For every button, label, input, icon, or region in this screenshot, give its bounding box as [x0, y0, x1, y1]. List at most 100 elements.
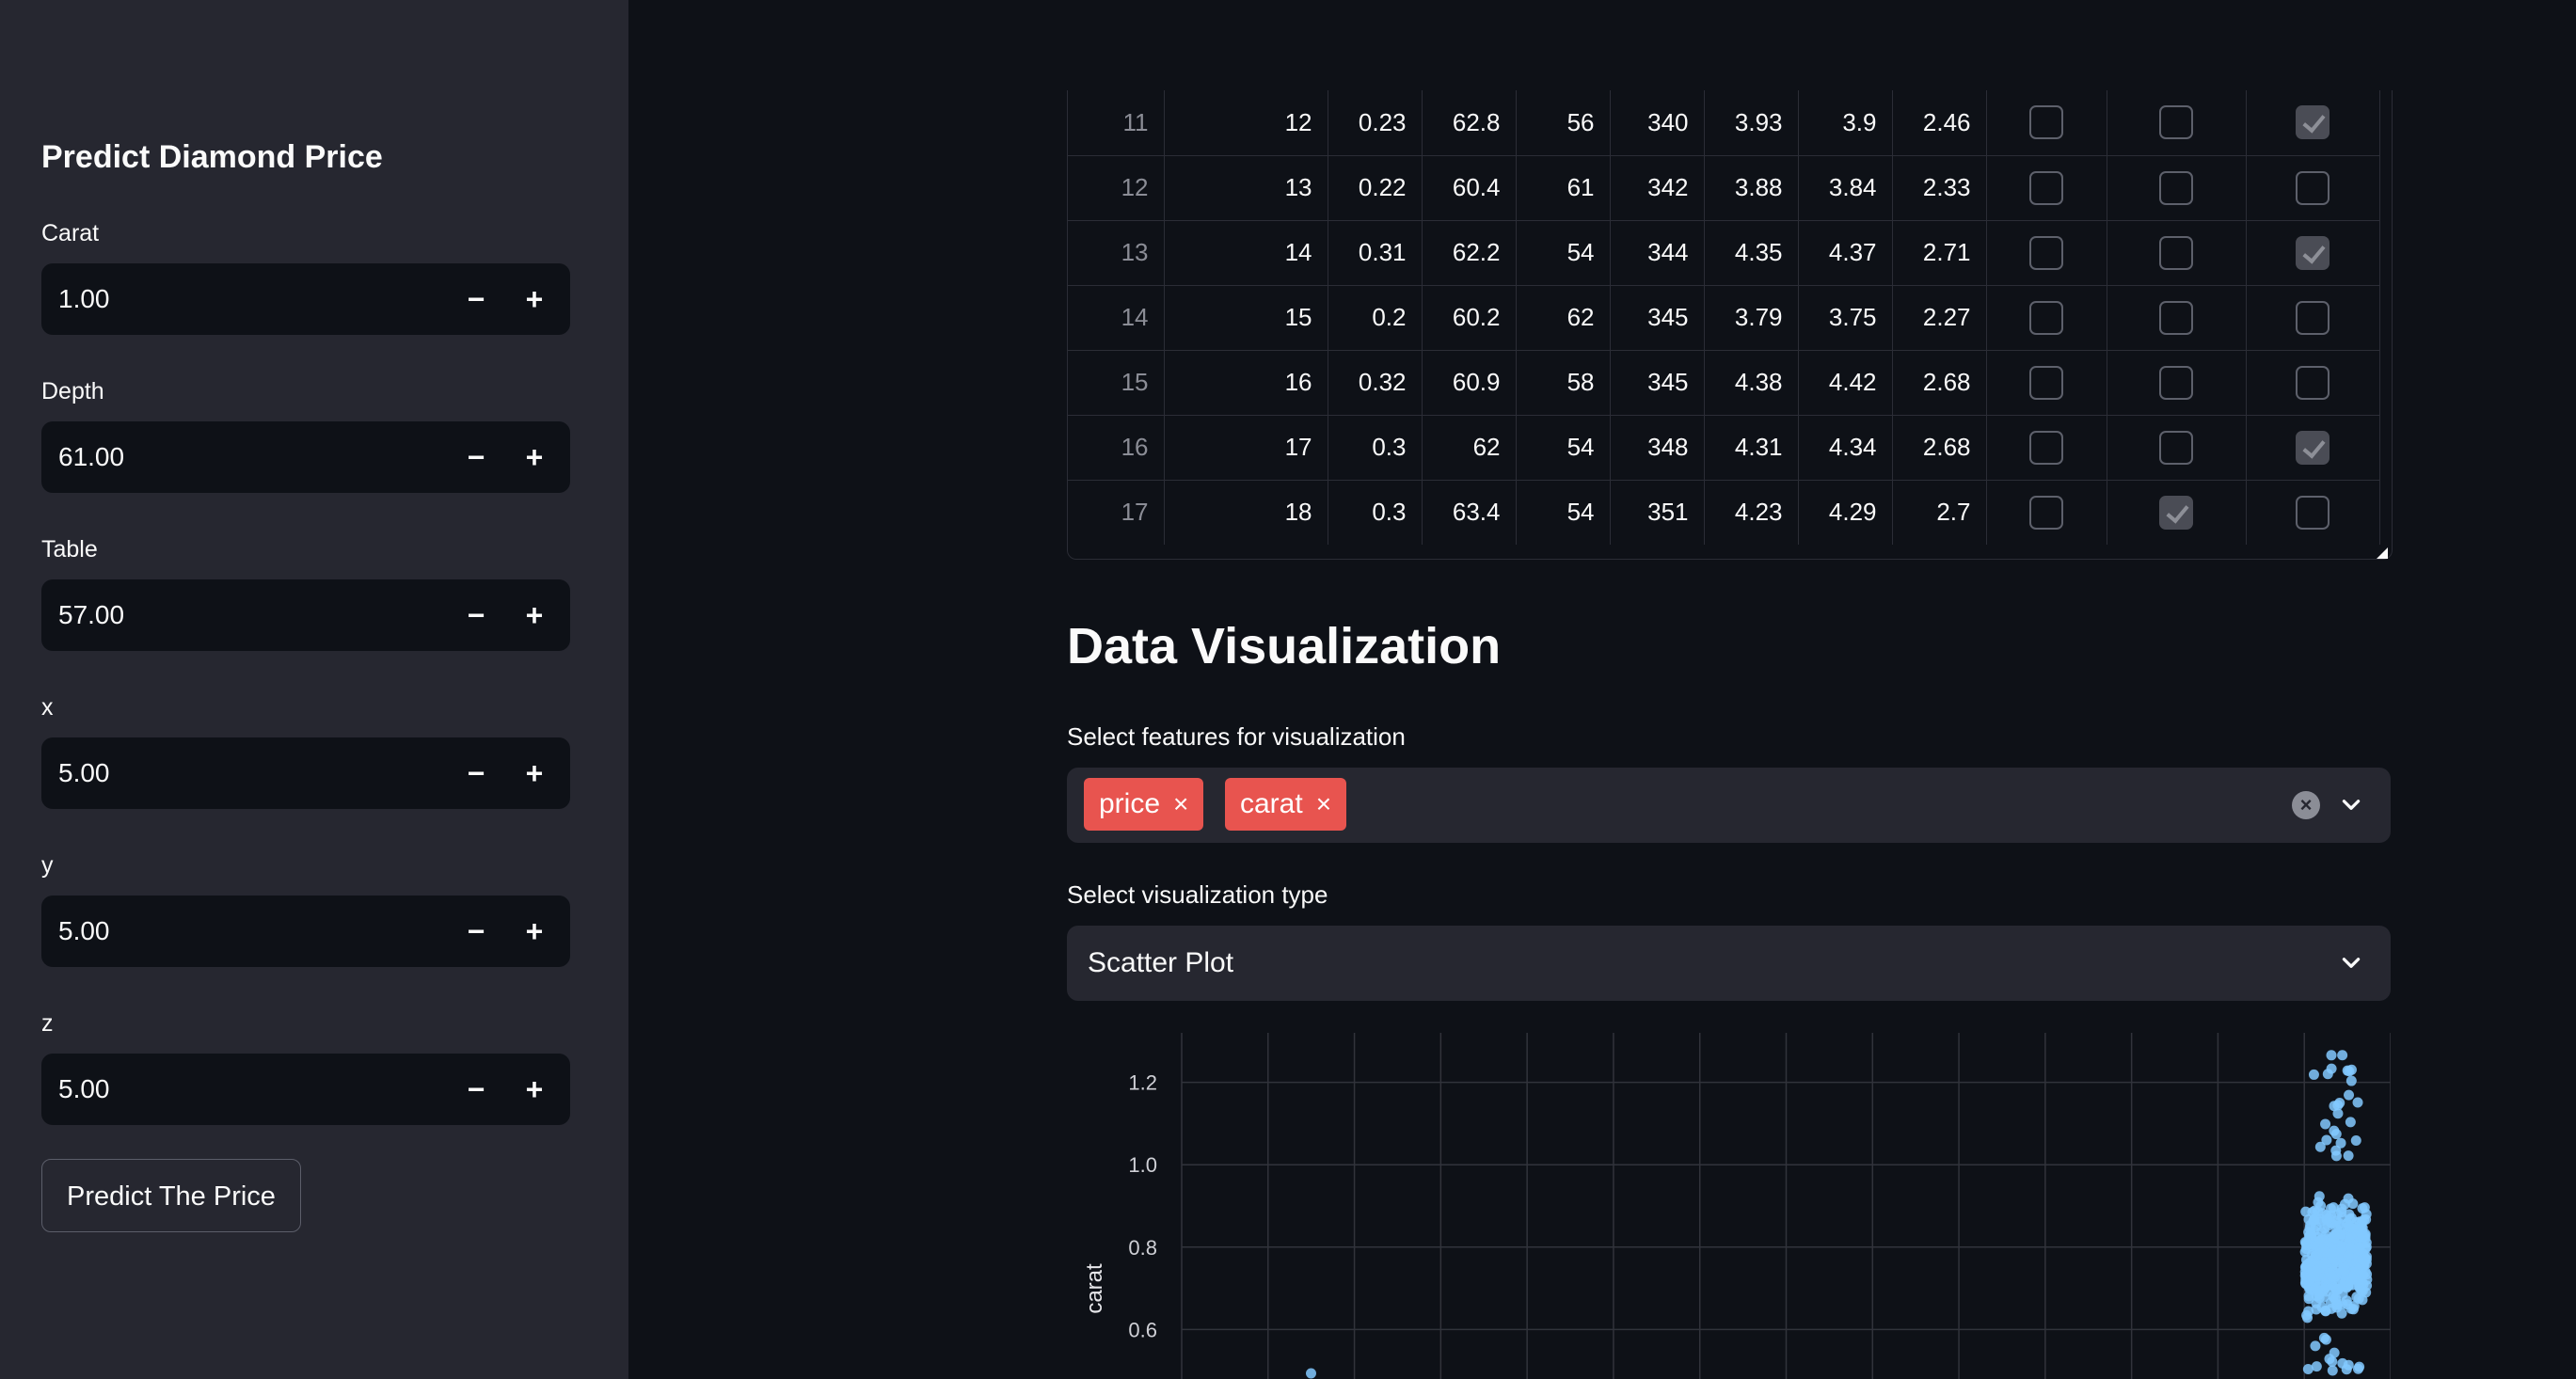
table-cell[interactable]: 3.9 [1798, 90, 1893, 156]
table-cell[interactable]: 13 [1164, 155, 1328, 221]
checkbox[interactable] [2029, 365, 2063, 400]
checkbox-cell[interactable] [2107, 285, 2247, 351]
x-input[interactable]: 5.00 − + [41, 737, 570, 809]
table-cell[interactable]: 18 [1164, 480, 1328, 545]
data-table[interactable]: 11 12 0.23 62.8 56 340 3.93 3.9 2.46 12 13 0.22 60.4… [1067, 90, 2393, 560]
checkbox-cell[interactable] [2246, 90, 2380, 156]
table-resize-handle[interactable] [2377, 547, 2388, 559]
table-cell[interactable]: 3.84 [1798, 155, 1893, 221]
table-cell[interactable]: 0.2 [1328, 285, 1423, 351]
table-cell[interactable]: 4.34 [1798, 415, 1893, 481]
table-cell[interactable]: 2.71 [1892, 220, 1987, 286]
table-row[interactable]: 16 17 0.3 62 54 348 4.31 4.34 2.68 [1068, 415, 2380, 481]
table-cell[interactable]: 4.38 [1704, 350, 1799, 416]
checkbox-cell[interactable] [2107, 415, 2247, 481]
checkbox-cell[interactable] [2107, 220, 2247, 286]
checkbox-cell[interactable] [1986, 285, 2107, 351]
carat-input[interactable]: 1.00 − + [41, 263, 570, 335]
checkbox-cell[interactable] [1986, 415, 2107, 481]
table-cell[interactable]: 2.27 [1892, 285, 1987, 351]
checkbox[interactable] [2029, 495, 2063, 530]
table-cell[interactable]: 3.93 [1704, 90, 1799, 156]
checkbox-cell[interactable] [1986, 155, 2107, 221]
checkbox[interactable] [2159, 235, 2193, 270]
table-cell[interactable]: 58 [1516, 350, 1611, 416]
table-cell[interactable]: 61 [1516, 155, 1611, 221]
table-cell[interactable]: 60.2 [1422, 285, 1517, 351]
table-cell[interactable]: 4.42 [1798, 350, 1893, 416]
checkbox-cell[interactable] [2246, 155, 2380, 221]
table-cell[interactable]: 4.23 [1704, 480, 1799, 545]
table-cell[interactable]: 54 [1516, 415, 1611, 481]
table-row[interactable]: 12 13 0.22 60.4 61 342 3.88 3.84 2.33 [1068, 155, 2380, 221]
table-value[interactable]: 57.00 [58, 579, 124, 651]
tag-carat[interactable]: carat × [1225, 778, 1347, 831]
carat-value[interactable]: 1.00 [58, 263, 110, 335]
checkbox-cell[interactable] [2107, 90, 2247, 156]
table-cell[interactable]: 0.3 [1328, 415, 1423, 481]
table-cell[interactable]: 344 [1610, 220, 1705, 286]
table-cell[interactable]: 342 [1610, 155, 1705, 221]
checkbox-cell[interactable] [2107, 480, 2247, 545]
checkbox[interactable] [2029, 235, 2063, 270]
table-cell[interactable]: 3.75 [1798, 285, 1893, 351]
checkbox-cell[interactable] [2246, 220, 2380, 286]
table-cell[interactable]: 62 [1516, 285, 1611, 351]
z-decrement-button[interactable]: − [448, 1054, 504, 1125]
checkbox-cell[interactable] [2246, 415, 2380, 481]
checkbox-cell[interactable] [2107, 350, 2247, 416]
table-cell[interactable]: 3.88 [1704, 155, 1799, 221]
table-cell[interactable]: 62 [1422, 415, 1517, 481]
table-cell[interactable]: 56 [1516, 90, 1611, 156]
table-cell[interactable]: 0.31 [1328, 220, 1423, 286]
checkbox-cell[interactable] [1986, 220, 2107, 286]
table-cell[interactable]: 3.79 [1704, 285, 1799, 351]
table-decrement-button[interactable]: − [448, 579, 504, 651]
table-row[interactable]: 11 12 0.23 62.8 56 340 3.93 3.9 2.46 [1068, 90, 2380, 156]
table-row[interactable]: 14 15 0.2 60.2 62 345 3.79 3.75 2.27 [1068, 285, 2380, 351]
checkbox-cell[interactable] [1986, 90, 2107, 156]
table-cell[interactable]: 12 [1164, 90, 1328, 156]
chevron-down-icon[interactable] [2339, 950, 2363, 975]
remove-carat-icon[interactable]: × [1316, 789, 1331, 818]
table-cell[interactable]: 15 [1164, 285, 1328, 351]
depth-increment-button[interactable]: + [506, 421, 563, 493]
table-cell[interactable]: 14 [1164, 220, 1328, 286]
predict-price-button[interactable]: Predict The Price [41, 1159, 301, 1232]
carat-increment-button[interactable]: + [506, 263, 563, 335]
depth-value[interactable]: 61.00 [58, 421, 124, 493]
table-cell[interactable]: 62.8 [1422, 90, 1517, 156]
table-cell[interactable]: 340 [1610, 90, 1705, 156]
viz-type-select[interactable]: Scatter Plot [1067, 926, 2391, 1001]
z-increment-button[interactable]: + [506, 1054, 563, 1125]
table-cell[interactable]: 2.33 [1892, 155, 1987, 221]
scatter-chart[interactable]: 1.2 1.0 0.8 0.6 carat [1067, 1025, 2391, 1379]
table-cell[interactable]: 2.7 [1892, 480, 1987, 545]
table-cell[interactable]: 345 [1610, 350, 1705, 416]
checkbox-cell[interactable] [2107, 155, 2247, 221]
table-cell[interactable]: 16 [1164, 350, 1328, 416]
table-cell[interactable]: 17 [1164, 415, 1328, 481]
x-decrement-button[interactable]: − [448, 737, 504, 809]
table-cell[interactable]: 63.4 [1422, 480, 1517, 545]
carat-decrement-button[interactable]: − [448, 263, 504, 335]
checkbox-cell[interactable] [1986, 480, 2107, 545]
checkbox-cell[interactable] [2246, 285, 2380, 351]
checkbox-cell[interactable] [1986, 350, 2107, 416]
checkbox-cell[interactable] [2246, 350, 2380, 416]
features-multiselect[interactable]: price × carat × × [1067, 768, 2391, 843]
checkbox-checked[interactable] [2296, 430, 2330, 465]
checkbox[interactable] [2159, 105, 2193, 140]
x-value[interactable]: 5.00 [58, 737, 110, 809]
table-increment-button[interactable]: + [506, 579, 563, 651]
table-cell[interactable]: 4.29 [1798, 480, 1893, 545]
x-increment-button[interactable]: + [506, 737, 563, 809]
table-cell[interactable]: 4.31 [1704, 415, 1799, 481]
table-cell[interactable]: 0.22 [1328, 155, 1423, 221]
checkbox-checked[interactable] [2159, 495, 2193, 530]
checkbox[interactable] [2029, 430, 2063, 465]
table-cell[interactable]: 62.2 [1422, 220, 1517, 286]
table-cell[interactable]: 2.68 [1892, 415, 1987, 481]
clear-all-icon[interactable]: × [2292, 791, 2320, 819]
checkbox[interactable] [2159, 430, 2193, 465]
